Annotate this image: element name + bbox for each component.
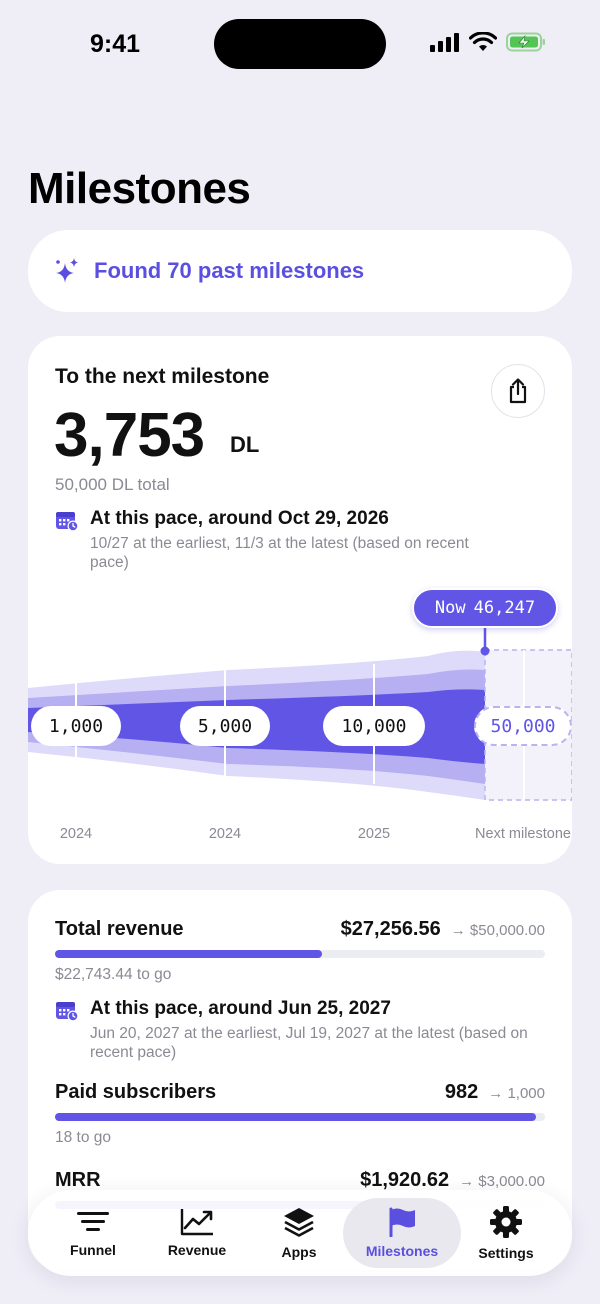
gear-icon: [490, 1206, 522, 1238]
next-milestone-heading: To the next milestone: [55, 365, 270, 388]
next-milestone-card: To the next milestone 3,753 DL 50,000 DL…: [28, 336, 572, 864]
progress-fill: [55, 950, 323, 958]
tab-settings[interactable]: Settings: [454, 1198, 558, 1268]
next-milestone-pill[interactable]: 50,000: [474, 706, 572, 746]
milestone-pill[interactable]: 10,000: [323, 706, 425, 746]
metric-target: → 1,000: [488, 1085, 545, 1102]
found-milestones-button[interactable]: Found 70 past milestones: [28, 230, 572, 312]
chart-line-icon: [180, 1209, 213, 1236]
axis-label: 2024: [59, 826, 93, 842]
metric-current: 982: [444, 1081, 479, 1103]
share-button[interactable]: [491, 364, 545, 418]
tab-milestones[interactable]: Milestones: [343, 1198, 461, 1268]
metric-to-go: $22,743.44 to go: [55, 966, 172, 983]
progress-bar: [55, 950, 545, 958]
tab-label: Revenue: [167, 1242, 227, 1258]
metric-target: → $3,000.00: [459, 1173, 545, 1190]
now-label: Now: [434, 598, 466, 618]
pace-main-text: At this pace, around Oct 29, 2026: [90, 508, 389, 529]
tab-label: Apps: [281, 1244, 317, 1260]
metric-label: Total revenue: [55, 918, 184, 940]
metric-target: → $50,000.00: [450, 922, 545, 939]
progress-bar: [55, 1113, 545, 1121]
tab-revenue[interactable]: Revenue: [145, 1198, 249, 1268]
metric-current: $1,920.62: [360, 1169, 450, 1191]
metric-value: $1,920.62 → $3,000.00: [360, 1169, 545, 1192]
dynamic-island: [214, 19, 386, 69]
tab-label: Funnel: [70, 1242, 116, 1258]
metric-value: 982 → 1,000: [445, 1081, 545, 1104]
calendar-clock-icon: [56, 1002, 79, 1022]
sparkles-icon: [56, 258, 78, 283]
flag-icon: [389, 1207, 415, 1237]
tab-label: Milestones: [365, 1243, 439, 1259]
metric-total-revenue[interactable]: Total revenue $27,256.56 → $50,000.00 $2…: [55, 918, 545, 1088]
axis-label: Next milestone: [475, 826, 571, 842]
milestone-pill[interactable]: 5,000: [180, 706, 270, 746]
axis-label: 2025: [357, 826, 391, 842]
remaining-count: 3,753: [54, 401, 205, 470]
funnel-icon: [77, 1212, 109, 1231]
now-indicator: Now 46,247: [412, 588, 558, 628]
battery-charging-icon: [506, 32, 545, 52]
found-milestones-text: Found 70 past milestones: [94, 258, 365, 283]
status-bar: 9:41: [0, 0, 600, 90]
pace-detail-text: Jun 20, 2027 at the earliest, Jul 19, 20…: [90, 1025, 528, 1061]
progress-fill: [55, 1113, 537, 1121]
metric-label: Paid subscribers: [55, 1081, 217, 1103]
tab-funnel[interactable]: Funnel: [41, 1198, 145, 1268]
signal-icon: [430, 33, 459, 52]
remaining-unit: DL: [230, 432, 260, 457]
metric-current: $27,256.56: [340, 918, 441, 940]
layers-icon: [284, 1208, 314, 1237]
tab-label: Settings: [478, 1245, 534, 1261]
milestone-total: 50,000 DL total: [55, 475, 170, 494]
page-title: Milestones: [28, 164, 251, 213]
status-icons: [430, 32, 546, 52]
metric-to-go: 18 to go: [55, 1129, 112, 1146]
now-value: 46,247: [473, 598, 536, 618]
tab-apps[interactable]: Apps: [247, 1198, 351, 1268]
wifi-icon: [469, 32, 497, 51]
milestone-pill[interactable]: 1,000: [31, 706, 121, 746]
metric-label: MRR: [55, 1169, 101, 1191]
metric-value: $27,256.56 → $50,000.00: [341, 918, 545, 941]
calendar-clock-icon: [56, 512, 79, 532]
metric-paid-subscribers[interactable]: Paid subscribers 982 → 1,000 18 to go: [55, 1081, 545, 1161]
pace-detail-text: 10/27 at the earliest, 11/3 at the lates…: [90, 535, 469, 571]
status-time: 9:41: [90, 30, 141, 58]
milestone-timeline-chart: Now 46,247 1,000 5,000 10,000 50,000 202…: [28, 586, 572, 846]
pace-main-text: At this pace, around Jun 25, 2027: [90, 998, 391, 1019]
tab-bar: Funnel Revenue Apps Milestones Settings: [28, 1190, 572, 1276]
share-icon: [509, 378, 527, 404]
axis-label: 2024: [208, 826, 242, 842]
